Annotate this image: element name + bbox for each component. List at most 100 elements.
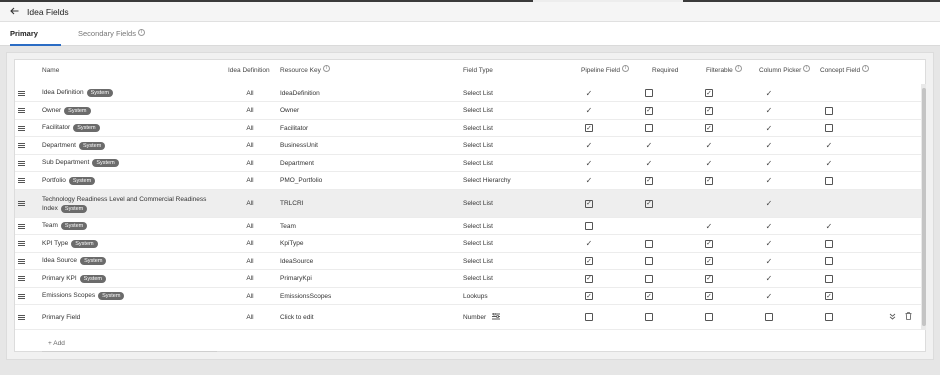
required-cell[interactable]: ✓ xyxy=(639,190,659,217)
pipeline-cell[interactable]: ✓ xyxy=(579,270,599,287)
drag-handle[interactable] xyxy=(18,190,26,217)
resource-key-cell[interactable]: Click to edit xyxy=(280,305,440,329)
filterable-cell[interactable]: ✓ xyxy=(699,102,719,119)
filterable-cell[interactable]: ✓ xyxy=(699,85,719,101)
column-header-name[interactable]: Name xyxy=(42,60,59,82)
checkbox[interactable] xyxy=(645,124,653,132)
info-icon[interactable]: i xyxy=(137,29,145,36)
drag-handle[interactable] xyxy=(18,270,26,287)
table-row[interactable]: Department System All BusinessUnit Select Li… xyxy=(15,137,921,155)
checkbox-checked[interactable]: ✓ xyxy=(585,199,593,208)
column-header-field-type[interactable]: Field Type xyxy=(463,60,493,82)
checkbox-checked[interactable]: ✓ xyxy=(585,292,593,300)
checkbox[interactable] xyxy=(825,257,833,265)
checkbox-checked[interactable]: ✓ xyxy=(705,106,713,115)
info-icon[interactable]: i xyxy=(622,65,630,72)
checkbox-checked[interactable]: ✓ xyxy=(645,199,653,208)
concept-cell[interactable] xyxy=(819,102,839,119)
filterable-cell[interactable]: ✓ xyxy=(699,253,719,269)
checkbox-checked[interactable]: ✓ xyxy=(645,176,653,185)
checkbox-checked[interactable]: ✓ xyxy=(705,89,713,97)
concept-cell[interactable] xyxy=(819,305,839,329)
checkbox[interactable] xyxy=(825,274,833,283)
checkbox[interactable] xyxy=(825,176,833,185)
info-icon[interactable]: i xyxy=(322,65,330,72)
info-icon[interactable]: i xyxy=(803,65,811,72)
checkbox[interactable] xyxy=(825,313,833,321)
delete-row-button[interactable] xyxy=(903,305,913,329)
pipeline-cell[interactable] xyxy=(579,218,599,234)
table-row[interactable]: Primary KPI System All PrimaryKpi Select Lis… xyxy=(15,270,921,288)
required-cell[interactable] xyxy=(639,235,659,252)
column-header-resource-key[interactable]: Resource Key i xyxy=(280,60,330,82)
required-cell[interactable] xyxy=(639,85,659,101)
pipeline-cell[interactable] xyxy=(579,305,599,329)
checkbox-checked[interactable]: ✓ xyxy=(585,274,593,283)
info-icon[interactable]: i xyxy=(862,65,870,72)
checkbox-checked[interactable]: ✓ xyxy=(705,257,713,265)
column-header-required[interactable]: Required xyxy=(652,60,678,82)
checkbox[interactable] xyxy=(585,313,593,321)
required-cell[interactable] xyxy=(639,120,659,136)
filterable-cell[interactable]: ✓ xyxy=(699,120,719,136)
filterable-cell[interactable]: ✓ xyxy=(699,172,719,189)
checkbox-checked[interactable]: ✓ xyxy=(585,124,593,132)
drag-handle[interactable] xyxy=(18,85,26,101)
required-cell[interactable]: ✓ xyxy=(639,172,659,189)
drag-handle[interactable] xyxy=(18,253,26,269)
checkbox[interactable] xyxy=(705,313,713,321)
required-cell[interactable] xyxy=(639,305,659,329)
pipeline-cell[interactable]: ✓ xyxy=(579,120,599,136)
table-row[interactable]: Facilitator System All Facilitator Select Li… xyxy=(15,120,921,137)
info-icon[interactable]: i xyxy=(734,65,742,72)
concept-cell[interactable] xyxy=(819,172,839,189)
drag-handle[interactable] xyxy=(18,102,26,119)
vertical-scrollbar[interactable] xyxy=(921,84,926,330)
table-row[interactable]: KPI Type System All KpiType Select List ✓ ✓ ✓ xyxy=(15,235,921,253)
pipeline-cell[interactable]: ✓ xyxy=(579,190,599,217)
checkbox[interactable] xyxy=(645,313,653,321)
filterable-cell[interactable]: ✓ xyxy=(699,235,719,252)
tab-primary-fields[interactable]: Primary Fields xyxy=(10,22,61,62)
add-field-button[interactable]: + Add xyxy=(42,338,217,352)
checkbox[interactable] xyxy=(645,239,653,248)
tab-secondary-fields[interactable]: Secondary Fields i xyxy=(78,22,145,46)
concept-cell[interactable] xyxy=(819,235,839,252)
checkbox-checked[interactable]: ✓ xyxy=(645,106,653,115)
expand-row-button[interactable] xyxy=(887,305,897,329)
checkbox-checked[interactable]: ✓ xyxy=(585,257,593,265)
pipeline-cell[interactable]: ✓ xyxy=(579,253,599,269)
column-header-concept[interactable]: Concept Field i xyxy=(820,60,870,82)
concept-cell[interactable] xyxy=(819,270,839,287)
checkbox[interactable] xyxy=(825,239,833,248)
table-row[interactable]: Sub Department System All Department Select … xyxy=(15,155,921,172)
arrow-left-icon[interactable] xyxy=(10,7,19,17)
concept-cell[interactable]: ✓ xyxy=(819,288,839,304)
drag-handle[interactable] xyxy=(18,172,26,189)
drag-handle[interactable] xyxy=(18,305,26,329)
drag-handle[interactable] xyxy=(18,288,26,304)
required-cell[interactable] xyxy=(639,270,659,287)
pipeline-cell[interactable]: ✓ xyxy=(579,288,599,304)
checkbox-checked[interactable]: ✓ xyxy=(825,292,833,300)
filterable-cell[interactable]: ✓ xyxy=(699,270,719,287)
column-header-definition[interactable]: Idea Definition xyxy=(228,60,270,82)
drag-handle[interactable] xyxy=(18,235,26,252)
checkbox-checked[interactable]: ✓ xyxy=(705,239,713,248)
checkbox[interactable] xyxy=(645,257,653,265)
table-row[interactable]: Primary Field All Click to edit Number xyxy=(15,305,921,330)
scrollbar-thumb[interactable] xyxy=(921,88,926,326)
checkbox-checked[interactable]: ✓ xyxy=(705,292,713,300)
drag-handle[interactable] xyxy=(18,137,26,154)
concept-cell[interactable] xyxy=(819,253,839,269)
table-row[interactable]: Idea Source System All IdeaSource Select Lis… xyxy=(15,253,921,270)
checkbox[interactable] xyxy=(765,313,773,321)
filterable-cell[interactable] xyxy=(699,305,719,329)
drag-handle[interactable] xyxy=(18,155,26,171)
checkbox-checked[interactable]: ✓ xyxy=(645,292,653,300)
column-header-filterable[interactable]: Filterable i xyxy=(706,60,742,82)
table-row[interactable]: Owner System All Owner Select List ✓ ✓ ✓ ✓ xyxy=(15,102,921,120)
required-cell[interactable] xyxy=(639,253,659,269)
drag-handle[interactable] xyxy=(18,218,26,234)
column-header-pipeline[interactable]: Pipeline Field i xyxy=(581,60,630,82)
